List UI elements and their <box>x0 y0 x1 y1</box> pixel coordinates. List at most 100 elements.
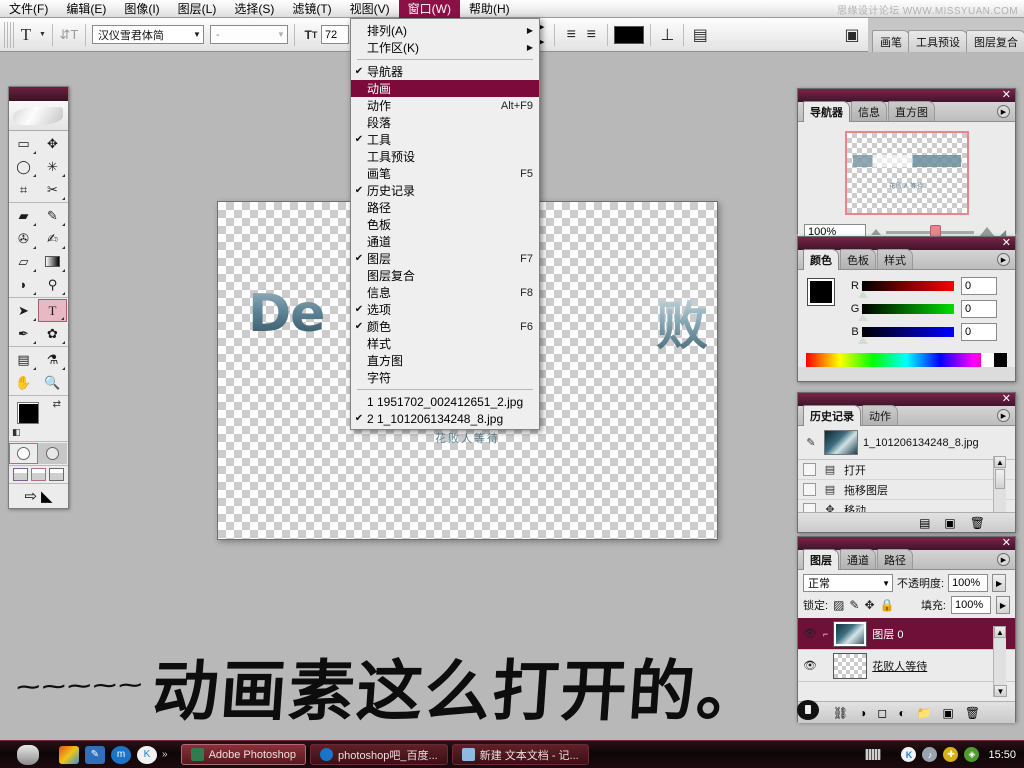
font-family-select[interactable]: 汉仪雪君体简 ▼ <box>92 25 204 44</box>
menu-file[interactable]: 文件(F) <box>0 0 57 18</box>
lock-position-icon[interactable]: ✥ <box>864 598 874 612</box>
tab-histogram[interactable]: 直方图 <box>888 101 935 121</box>
tab-swatches[interactable]: 色板 <box>840 249 876 269</box>
menu-view[interactable]: 视图(V) <box>341 0 399 18</box>
black-swatch[interactable] <box>994 353 1007 367</box>
toolbox-title-bar[interactable] <box>9 87 68 101</box>
warp-text-icon[interactable]: ⊥ <box>657 23 677 47</box>
layers-scrollbar[interactable]: ▲ ▼ <box>993 626 1006 697</box>
layer-name[interactable]: 花败人等待 <box>872 658 927 674</box>
menu-help[interactable]: 帮助(H) <box>460 0 519 18</box>
text-color-swatch[interactable] <box>614 26 644 44</box>
layer-visibility-icon[interactable]: 👁 <box>802 659 818 672</box>
history-state-row[interactable]: ▤ 打开 <box>798 460 1015 480</box>
taskbar-window-browser[interactable]: photoshop吧_百度... <box>310 744 448 765</box>
crop-tool[interactable]: ⌗ <box>9 178 38 201</box>
marquee-tool[interactable]: ▭ <box>9 132 38 155</box>
menu-item-workspace[interactable]: 工作区(K) ▶ <box>351 39 539 56</box>
palette-tab-brushes[interactable]: 画笔 <box>872 30 910 52</box>
delete-icon[interactable]: 🗑 <box>970 516 985 530</box>
palette-tab-tool-presets[interactable]: 工具预设 <box>908 30 968 52</box>
blur-tool[interactable]: ◗ <box>9 273 38 296</box>
menu-item-layer-comps[interactable]: 图层复合 <box>351 267 539 284</box>
foreground-color-swatch[interactable] <box>808 279 834 305</box>
tab-navigator[interactable]: 导航器 <box>803 101 850 122</box>
menu-image[interactable]: 图像(I) <box>115 0 168 18</box>
menu-item-channels[interactable]: 通道 <box>351 233 539 250</box>
quick-mask-mode-button[interactable] <box>38 443 67 464</box>
opacity-stepper-icon[interactable]: ▶ <box>992 574 1006 592</box>
layer-visibility-icon[interactable]: 👁 <box>802 627 818 640</box>
blend-mode-select[interactable]: 正常 ▼ <box>803 574 893 592</box>
quicklaunch-overflow-chevron-icon[interactable]: » <box>162 749 168 760</box>
tab-history[interactable]: 历史记录 <box>803 405 861 426</box>
slice-tool[interactable]: ✂ <box>38 178 67 201</box>
tab-color[interactable]: 颜色 <box>803 249 839 270</box>
green-slider-handle[interactable] <box>858 314 868 321</box>
pen-tool[interactable]: ✒ <box>9 322 38 345</box>
lock-transparency-icon[interactable]: ▨ <box>833 598 844 612</box>
red-value-input[interactable]: 0 <box>961 277 997 295</box>
panel-menu-icon[interactable]: ▶ <box>997 409 1010 422</box>
panel-menu-icon[interactable]: ▶ <box>997 553 1010 566</box>
eraser-tool[interactable]: ▱ <box>9 250 38 273</box>
panel-menu-icon[interactable]: ▶ <box>997 253 1010 266</box>
menu-item-swatches[interactable]: 色板 <box>351 216 539 233</box>
show-desktop-icon[interactable] <box>59 746 79 764</box>
keyboard-icon[interactable] <box>865 749 881 760</box>
menu-item-document-1[interactable]: 1 1951702_002412651_2.jpg <box>351 393 539 410</box>
history-source-checkbox[interactable] <box>803 483 816 496</box>
lasso-tool[interactable]: ◯ <box>9 155 38 178</box>
taskbar-window-notepad[interactable]: 新建 文本文档 - 记... <box>452 744 589 765</box>
swap-colors-icon[interactable]: ⇄ <box>53 399 61 410</box>
menu-item-paragraph[interactable]: 段落 <box>351 114 539 131</box>
menu-item-color[interactable]: ✔ 颜色 F6 <box>351 318 539 335</box>
menu-filter[interactable]: 滤镜(T) <box>283 0 340 18</box>
menu-item-histogram[interactable]: 直方图 <box>351 352 539 369</box>
menu-item-tools[interactable]: ✔ 工具 <box>351 131 539 148</box>
layer-name[interactable]: 图层 0 <box>872 626 903 642</box>
tool-preset-chevron-down-icon[interactable]: ▼ <box>39 31 46 38</box>
green-slider-track[interactable] <box>862 304 954 314</box>
magic-wand-tool[interactable]: ✳ <box>38 155 67 178</box>
blue-slider-track[interactable] <box>862 327 954 337</box>
new-document-icon[interactable]: ▤ <box>919 516 930 530</box>
zoom-slider[interactable] <box>886 231 974 234</box>
menu-item-paths[interactable]: 路径 <box>351 199 539 216</box>
layer-row[interactable]: 👁 ⌐ 图层 0 <box>798 618 1015 650</box>
menu-item-styles[interactable]: 样式 <box>351 335 539 352</box>
tab-styles[interactable]: 样式 <box>877 249 913 269</box>
menu-item-options[interactable]: ✔ 选项 <box>351 301 539 318</box>
notes-tool[interactable]: ▤ <box>9 348 38 371</box>
scroll-up-icon[interactable]: ▲ <box>994 456 1006 468</box>
menu-item-animation[interactable]: 动画 <box>351 80 539 97</box>
history-source-checkbox[interactable] <box>803 463 816 476</box>
custom-shape-tool[interactable]: ✿ <box>38 322 67 345</box>
history-brush-tool[interactable]: ✍ <box>38 227 67 250</box>
close-icon[interactable]: ✕ <box>1002 89 1011 101</box>
full-screen-mode-button[interactable] <box>49 468 64 481</box>
red-slider-handle[interactable] <box>858 291 868 298</box>
delete-layer-icon[interactable]: 🗑 <box>965 706 980 720</box>
tab-paths[interactable]: 路径 <box>877 549 913 569</box>
full-screen-with-menubar-button[interactable] <box>31 468 46 481</box>
tab-actions[interactable]: 动作 <box>862 405 898 425</box>
menu-item-arrange[interactable]: 排列(A) ▶ <box>351 22 539 39</box>
eyedropper-tool[interactable]: ⚗ <box>38 348 67 371</box>
standard-mask-mode-button[interactable] <box>9 443 38 464</box>
gradient-tool[interactable] <box>38 250 67 273</box>
jump-to-imageready-icon[interactable]: ⇨ <box>24 487 37 505</box>
font-style-select[interactable]: - ▼ <box>210 25 288 44</box>
fx-icon[interactable]: ◑ <box>859 706 866 720</box>
foreground-color-swatch[interactable] <box>17 402 39 424</box>
character-panel-icon[interactable]: ▤ <box>690 23 710 47</box>
text-orientation-icon[interactable]: ⇵T <box>59 23 79 47</box>
scroll-up-icon[interactable]: ▲ <box>994 626 1006 638</box>
clock[interactable]: 15:50 <box>985 749 1016 761</box>
menu-item-tool-presets[interactable]: 工具预设 <box>351 148 539 165</box>
editor-icon[interactable]: ✎ <box>85 746 105 764</box>
standard-screen-mode-button[interactable] <box>13 468 28 481</box>
navigator-thumbnail[interactable]: 花败人等待 <box>845 131 969 215</box>
accelerator-icon[interactable]: ✚ <box>943 747 958 762</box>
layer-thumbnail[interactable] <box>833 653 867 679</box>
